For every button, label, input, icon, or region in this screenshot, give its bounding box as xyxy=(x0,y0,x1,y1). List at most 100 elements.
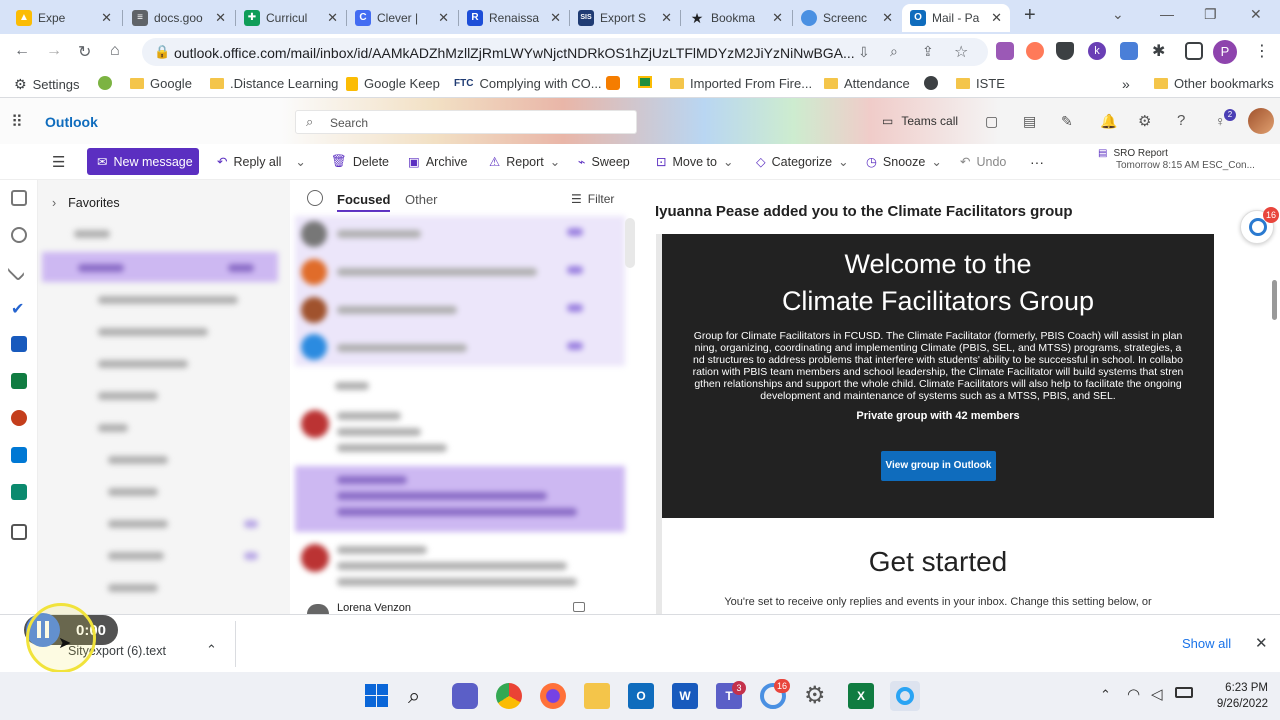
scrollbar[interactable] xyxy=(625,218,635,268)
close-tab-icon[interactable]: ✕ xyxy=(882,10,893,26)
menu-kebab-icon[interactable]: ⋮ xyxy=(1254,41,1270,61)
bookmark-extension[interactable] xyxy=(98,76,112,90)
tab-focused[interactable]: Focused xyxy=(337,192,391,212)
message-sender[interactable]: Lorena Venzon xyxy=(337,602,411,614)
report-button[interactable]: ⚠ Report ⌄ xyxy=(489,154,560,170)
home-icon[interactable]: ⌂ xyxy=(110,42,120,60)
bookmark-classroom[interactable] xyxy=(638,76,652,88)
volume-icon[interactable]: ◁ xyxy=(1151,685,1163,703)
close-download-icon[interactable]: ✕ xyxy=(1255,634,1268,652)
teams-call-button[interactable]: ▭ Teams call xyxy=(882,114,958,128)
bookmark-globe[interactable] xyxy=(924,76,938,90)
more-actions-button[interactable]: ··· xyxy=(1030,154,1044,170)
new-message-button[interactable]: ✉ New message xyxy=(87,148,199,175)
excel-icon[interactable]: X xyxy=(848,683,874,709)
clock[interactable]: 6:23 PM 9/26/2022 xyxy=(1208,680,1268,712)
browser-tab[interactable]: ▲ Expe ✕ xyxy=(8,4,120,32)
favorites-header[interactable]: › Favorites xyxy=(52,196,120,210)
close-tab-icon[interactable]: ✕ xyxy=(991,10,1002,26)
powerpoint-icon[interactable] xyxy=(11,410,27,426)
bookmark-distance-learning[interactable]: .Distance Learning xyxy=(210,76,338,91)
puzzle-icon[interactable]: ✱ xyxy=(1152,41,1165,61)
todo-icon[interactable]: ✔ xyxy=(11,299,27,318)
extension-icon[interactable] xyxy=(1026,42,1044,60)
bookmark-imported[interactable]: Imported From Fire... xyxy=(670,76,812,91)
zoom-icon[interactable]: ⌕ xyxy=(890,43,898,60)
bookmark-iste[interactable]: ISTE xyxy=(956,76,1005,91)
translate-icon[interactable] xyxy=(1120,42,1138,60)
chrome-icon[interactable] xyxy=(496,683,522,709)
hamburger-icon[interactable]: ☰ xyxy=(52,153,65,171)
profile-avatar[interactable]: P xyxy=(1213,40,1237,64)
word-icon[interactable]: W xyxy=(672,683,698,709)
browser-tab[interactable]: ≡ docs.goo ✕ xyxy=(124,4,234,32)
archive-button[interactable]: ▣ Archive xyxy=(408,154,468,170)
close-tab-icon[interactable]: ✕ xyxy=(772,10,783,26)
tab-search-icon[interactable]: ⌄ xyxy=(1112,6,1124,23)
browser-tab[interactable]: C Clever | ✕ xyxy=(347,4,457,32)
move-to-button[interactable]: ⊡ Move to ⌄ xyxy=(656,154,733,170)
shield-icon[interactable] xyxy=(1056,42,1074,60)
bookmark-other[interactable]: Other bookmarks xyxy=(1154,76,1274,91)
close-tab-icon[interactable]: ✕ xyxy=(661,10,672,26)
start-icon[interactable] xyxy=(364,683,390,709)
search-icon[interactable]: ⌕ xyxy=(408,683,434,709)
back-icon[interactable]: ← xyxy=(14,42,30,60)
chat-icon[interactable]: ▢ xyxy=(985,113,998,130)
more-apps-icon[interactable] xyxy=(11,524,27,540)
install-icon[interactable]: ⇩ xyxy=(858,44,870,61)
bookmark-google[interactable]: Google xyxy=(130,76,192,91)
categorize-button[interactable]: ◇ Categorize ⌄ xyxy=(756,154,849,170)
user-avatar[interactable] xyxy=(1248,108,1274,134)
wifi-icon[interactable]: ◠ xyxy=(1127,685,1140,703)
filter-button[interactable]: ☰ Filter xyxy=(571,192,614,206)
whiteboard-icon[interactable]: ✎ xyxy=(1061,113,1073,130)
bookmark-blogger[interactable] xyxy=(606,76,620,90)
battery-icon[interactable] xyxy=(1175,687,1193,698)
reminder[interactable]: ▤ SRO Report Tomorrow 8:15 AM ESC_Con... xyxy=(1098,148,1255,172)
chevron-up-icon[interactable]: ⌃ xyxy=(1100,687,1111,703)
settings-icon[interactable]: ⚙ xyxy=(804,683,830,709)
close-tab-icon[interactable]: ✕ xyxy=(550,10,561,26)
reply-all-button[interactable]: ↶ Reply all ⌄ xyxy=(217,154,306,170)
bookmark-ftc[interactable]: FTC Complying with CO... xyxy=(454,76,602,91)
close-tab-icon[interactable]: ✕ xyxy=(327,10,338,26)
bookmark-star-icon[interactable]: ☆ xyxy=(954,42,968,62)
browser-tab[interactable]: ✚ Curricul ✕ xyxy=(236,4,346,32)
bookmark-attendance[interactable]: Attendance xyxy=(824,76,910,91)
search-box[interactable]: ⌕ Search xyxy=(295,110,637,134)
reading-scrollbar[interactable] xyxy=(1272,280,1277,320)
bookings-icon[interactable] xyxy=(11,484,27,500)
chat-icon[interactable] xyxy=(452,683,478,709)
bell-icon[interactable]: 🔔 xyxy=(1100,113,1117,130)
excel-icon[interactable] xyxy=(11,373,27,389)
minimize-icon[interactable]: — xyxy=(1160,6,1174,22)
address-bar[interactable]: 🔒 outlook.office.com/mail/inbox/id/AAMkA… xyxy=(142,38,988,66)
close-tab-icon[interactable]: ✕ xyxy=(438,10,449,26)
new-tab-button[interactable]: + xyxy=(1024,4,1036,27)
side-panel-icon[interactable] xyxy=(1185,42,1203,60)
more-bookmarks-button[interactable]: » xyxy=(1122,76,1130,92)
tab-other[interactable]: Other xyxy=(405,192,438,207)
calendar-icon[interactable] xyxy=(11,190,27,206)
show-all-button[interactable]: Show all xyxy=(1182,636,1231,651)
attach-icon[interactable] xyxy=(6,262,26,282)
close-window-icon[interactable]: ✕ xyxy=(1250,6,1262,23)
reload-icon[interactable]: ↻ xyxy=(78,42,91,62)
file-explorer-icon[interactable] xyxy=(584,683,610,709)
forward-icon[interactable]: → xyxy=(46,42,62,60)
restore-icon[interactable]: ❐ xyxy=(1204,6,1217,23)
firefox-icon[interactable] xyxy=(540,683,566,709)
word-icon[interactable] xyxy=(11,336,27,352)
share-icon[interactable]: ⇪ xyxy=(922,43,934,60)
chevron-up-icon[interactable]: ⌃ xyxy=(206,642,217,658)
select-all-checkbox[interactable] xyxy=(307,190,323,206)
word-icon[interactable]: ▤ xyxy=(1023,113,1036,130)
extension-icon[interactable] xyxy=(996,42,1014,60)
outlook-icon[interactable]: O xyxy=(628,683,654,709)
undo-button[interactable]: ↶ Undo xyxy=(960,154,1006,170)
browser-tab[interactable]: SIS Export S ✕ xyxy=(570,4,680,32)
app-launcher-icon[interactable]: ⠿ xyxy=(11,112,23,132)
bookmark-google-keep[interactable]: Google Keep xyxy=(346,76,440,91)
copilot-bubble[interactable]: 16 xyxy=(1240,207,1279,244)
